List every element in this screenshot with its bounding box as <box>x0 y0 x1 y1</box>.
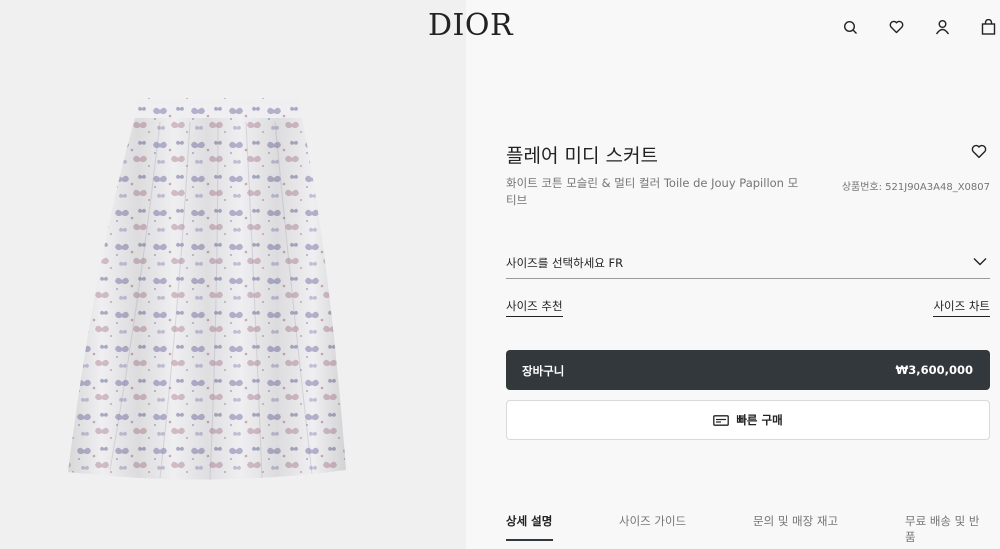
product-title: 플레어 미디 스커트 <box>506 145 658 167</box>
chevron-down-icon <box>973 258 987 266</box>
product-image-panel <box>0 0 466 549</box>
product-sku: 상품번호: 521J90A3A48_X0807 <box>841 182 990 193</box>
tab-size-guide[interactable]: 사이즈 가이드 <box>619 513 686 538</box>
printed-skirt-image[interactable] <box>0 0 466 549</box>
tab-inquiry-stock[interactable]: 문의 및 매장 재고 <box>753 513 838 538</box>
search-icon[interactable] <box>840 16 860 38</box>
size-select-label: 사이즈를 선택하세요 FR <box>506 256 624 270</box>
tab-shipping-returns[interactable]: 무료 배송 및 반품 <box>905 513 990 549</box>
cart-label: 장바구니 <box>522 364 565 378</box>
heart-icon <box>971 144 987 159</box>
size-select[interactable]: 사이즈를 선택하세요 FR <box>506 249 990 279</box>
size-chart-link[interactable]: 사이즈 차트 <box>933 298 990 317</box>
product-subtitle: 화이트 코튼 모슬린 & 멀티 컬러 Toile de Jouy Papillo… <box>506 176 799 207</box>
bag-icon[interactable] <box>978 16 998 38</box>
add-to-cart-button[interactable]: 장바구니 ₩3,600,000 <box>506 350 990 390</box>
detail-tabs: 상세 설명 사이즈 가이드 문의 및 매장 재고 무료 배송 및 반품 <box>506 510 990 544</box>
tab-details[interactable]: 상세 설명 <box>506 513 552 538</box>
size-recommend-link[interactable]: 사이즈 추천 <box>506 298 563 317</box>
price: ₩3,600,000 <box>895 363 973 377</box>
user-icon[interactable] <box>932 16 952 38</box>
quick-buy-label: 빠른 구매 <box>736 413 783 427</box>
favorite-button[interactable] <box>971 144 989 162</box>
quick-buy-button[interactable]: 빠른 구매 <box>506 400 990 440</box>
credit-card-icon <box>713 414 730 426</box>
dior-logo[interactable]: DIOR <box>428 8 513 43</box>
heart-icon[interactable] <box>886 16 906 38</box>
active-tab-indicator <box>506 539 553 541</box>
